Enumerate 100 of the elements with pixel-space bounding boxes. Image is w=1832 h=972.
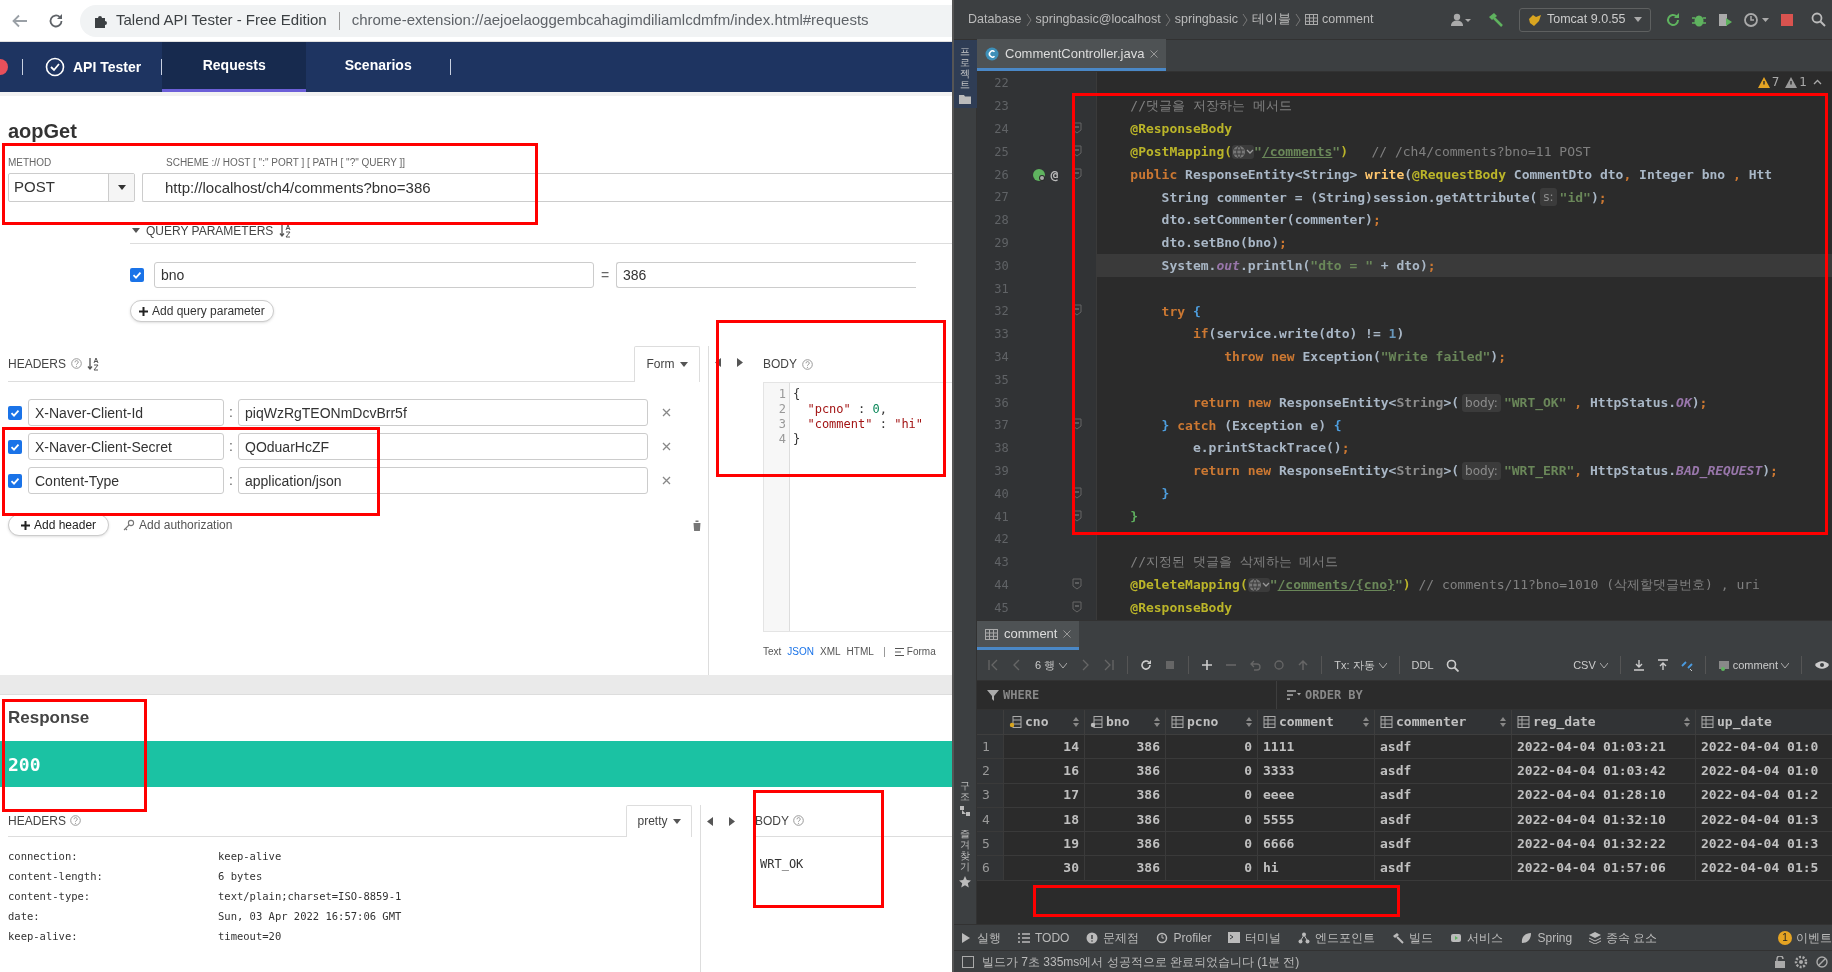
search-icon[interactable] (1445, 658, 1459, 672)
column-header[interactable]: up_date (1695, 710, 1832, 734)
close-icon[interactable] (1150, 49, 1159, 58)
blocked-icon[interactable] (1816, 955, 1828, 968)
tool-window-button[interactable]: 종속 요소 (1589, 928, 1658, 947)
column-header[interactable]: reg_date (1511, 710, 1695, 734)
view-dropdown[interactable]: pretty (626, 804, 692, 837)
compare-icon[interactable] (1680, 659, 1693, 671)
bean-icon[interactable] (1032, 167, 1047, 182)
collapse-left-icon[interactable] (715, 358, 721, 367)
sort-arrows-icon[interactable] (1073, 717, 1079, 727)
breadcrumb[interactable]: springbasic@localhost (1035, 10, 1161, 29)
mode-dropdown[interactable]: Form (634, 345, 700, 382)
remove-icon[interactable] (662, 408, 671, 417)
format-tab[interactable]: HTML (846, 644, 874, 659)
column-header[interactable]: commenter (1374, 710, 1511, 734)
add-row-icon[interactable] (1201, 659, 1214, 671)
fold-marker-icon[interactable] (1072, 509, 1083, 522)
tool-window-tab[interactable]: 즐겨찾기 (960, 828, 970, 872)
nav-tab[interactable]: Scenarios (306, 42, 451, 92)
where-filter-field[interactable]: WHERE (977, 681, 1277, 709)
header-name-field[interactable]: X-Naver-Client-Id (28, 399, 224, 426)
tool-window-button[interactable]: 터미널 (1228, 928, 1282, 947)
add-query-button[interactable]: Add query parameter (130, 300, 274, 322)
header-value-field[interactable]: QOduarHcZF (238, 433, 648, 460)
breadcrumb[interactable]: 테이블 (1252, 10, 1291, 29)
tool-window-button[interactable]: 문제점 (1086, 928, 1140, 947)
collapse-right-icon[interactable] (737, 358, 743, 367)
coverage-icon[interactable] (1717, 11, 1733, 28)
inspection-count[interactable]: 1 (1785, 73, 1807, 91)
reload-icon[interactable] (48, 12, 64, 29)
add-authorization-link[interactable]: Add authorization (123, 516, 233, 534)
format-tab[interactable]: JSON (787, 644, 814, 659)
submit-icon[interactable] (1297, 659, 1310, 671)
search-icon[interactable] (1811, 12, 1826, 27)
sort-arrows-icon[interactable] (1500, 717, 1506, 727)
tool-window-button[interactable]: 실행 (960, 928, 1001, 947)
fold-marker-icon[interactable] (1072, 600, 1083, 613)
checkbox[interactable] (130, 268, 144, 282)
format-tab[interactable]: Text (763, 644, 782, 659)
panel-toggle-icon[interactable] (962, 955, 974, 968)
fold-marker-icon[interactable] (1072, 167, 1083, 180)
view-icon[interactable] (1814, 660, 1830, 670)
collapse-right-icon[interactable] (729, 817, 735, 826)
column-header[interactable]: comment (1257, 710, 1374, 734)
param-name-field[interactable]: bno (154, 262, 594, 288)
settings-icon[interactable] (1794, 954, 1808, 969)
download-icon[interactable] (1632, 659, 1645, 671)
hammer-icon[interactable] (1487, 11, 1503, 28)
rerun-icon[interactable] (1665, 11, 1681, 28)
code-editor[interactable]: 1 2 3 4 { "pcno" : 0, "comment" : "hi" } (763, 382, 952, 632)
header-value-field[interactable]: piqWzRgTEONmDcvBrr5f (238, 399, 648, 426)
inspection-count[interactable]: 7 (1757, 73, 1780, 91)
tool-window-tab[interactable]: 구조 (960, 780, 970, 802)
results-tab[interactable]: comment (977, 621, 1080, 650)
collapse-left-icon[interactable] (707, 817, 713, 826)
refresh-icon[interactable] (1140, 659, 1153, 671)
tool-window-button[interactable]: 서비스 (1450, 928, 1504, 947)
checkbox[interactable] (8, 473, 22, 488)
column-header[interactable]: pcno (1165, 710, 1257, 734)
trash-icon[interactable] (692, 519, 703, 531)
tool-window-button[interactable]: Spring (1520, 928, 1573, 947)
sort-icon[interactable] (87, 356, 100, 371)
method-select[interactable]: POST (8, 173, 135, 202)
stop-icon[interactable] (1781, 13, 1793, 26)
sort-arrows-icon[interactable] (1684, 717, 1690, 727)
fold-marker-icon[interactable] (1072, 144, 1083, 157)
globe-icon[interactable] (1247, 577, 1270, 592)
breadcrumb[interactable]: springbasic (1174, 10, 1238, 29)
file-tab[interactable]: CommentController.java (977, 39, 1167, 71)
order-by-field[interactable]: ORDER BY (1277, 681, 1832, 709)
run-config-dropdown[interactable]: Tomcat 9.0.55 (1519, 7, 1651, 32)
fold-marker-icon[interactable] (1072, 486, 1083, 499)
checkbox[interactable] (8, 405, 22, 420)
export-format-dropdown[interactable]: CSV (1573, 656, 1608, 674)
last-page-icon[interactable] (1103, 659, 1116, 671)
url-field[interactable]: http://localhost/ch4/comments?bno=386 (142, 173, 952, 202)
fold-marker-icon[interactable] (1072, 122, 1083, 134)
collapse-up-icon[interactable] (1813, 79, 1822, 85)
column-header[interactable]: cno (1003, 710, 1084, 734)
tool-window-button[interactable]: 엔드포인트 (1298, 928, 1376, 947)
address-bar[interactable]: Talend API Tester - Free Edition chrome-extension://aejoelaoggembcahagimdiliamlcdmfm/index.html#requests (80, 4, 952, 37)
close-icon[interactable] (1063, 630, 1072, 638)
column-header[interactable]: bno (1084, 710, 1165, 734)
sort-arrows-icon[interactable] (1154, 717, 1160, 727)
param-value-field[interactable]: 386 (616, 262, 916, 288)
transaction-dropdown[interactable]: Tx: 자동 (1334, 656, 1387, 674)
add-header-button[interactable]: Add header (8, 514, 110, 536)
first-page-icon[interactable] (987, 659, 999, 671)
header-name-field[interactable]: Content-Type (28, 467, 224, 494)
fold-marker-icon[interactable] (1072, 577, 1083, 590)
user-icon[interactable] (1451, 12, 1471, 27)
breadcrumb[interactable]: Database (968, 10, 1022, 29)
event-log-button[interactable]: 1 이벤트 (1778, 928, 1832, 947)
lock-icon[interactable] (1774, 955, 1786, 968)
header-name-field[interactable]: X-Naver-Client-Secret (28, 433, 224, 460)
remove-icon[interactable] (662, 442, 671, 451)
profiler-icon[interactable] (1743, 11, 1769, 28)
fold-marker-icon[interactable] (1072, 304, 1083, 317)
undo-icon[interactable] (1249, 659, 1262, 671)
